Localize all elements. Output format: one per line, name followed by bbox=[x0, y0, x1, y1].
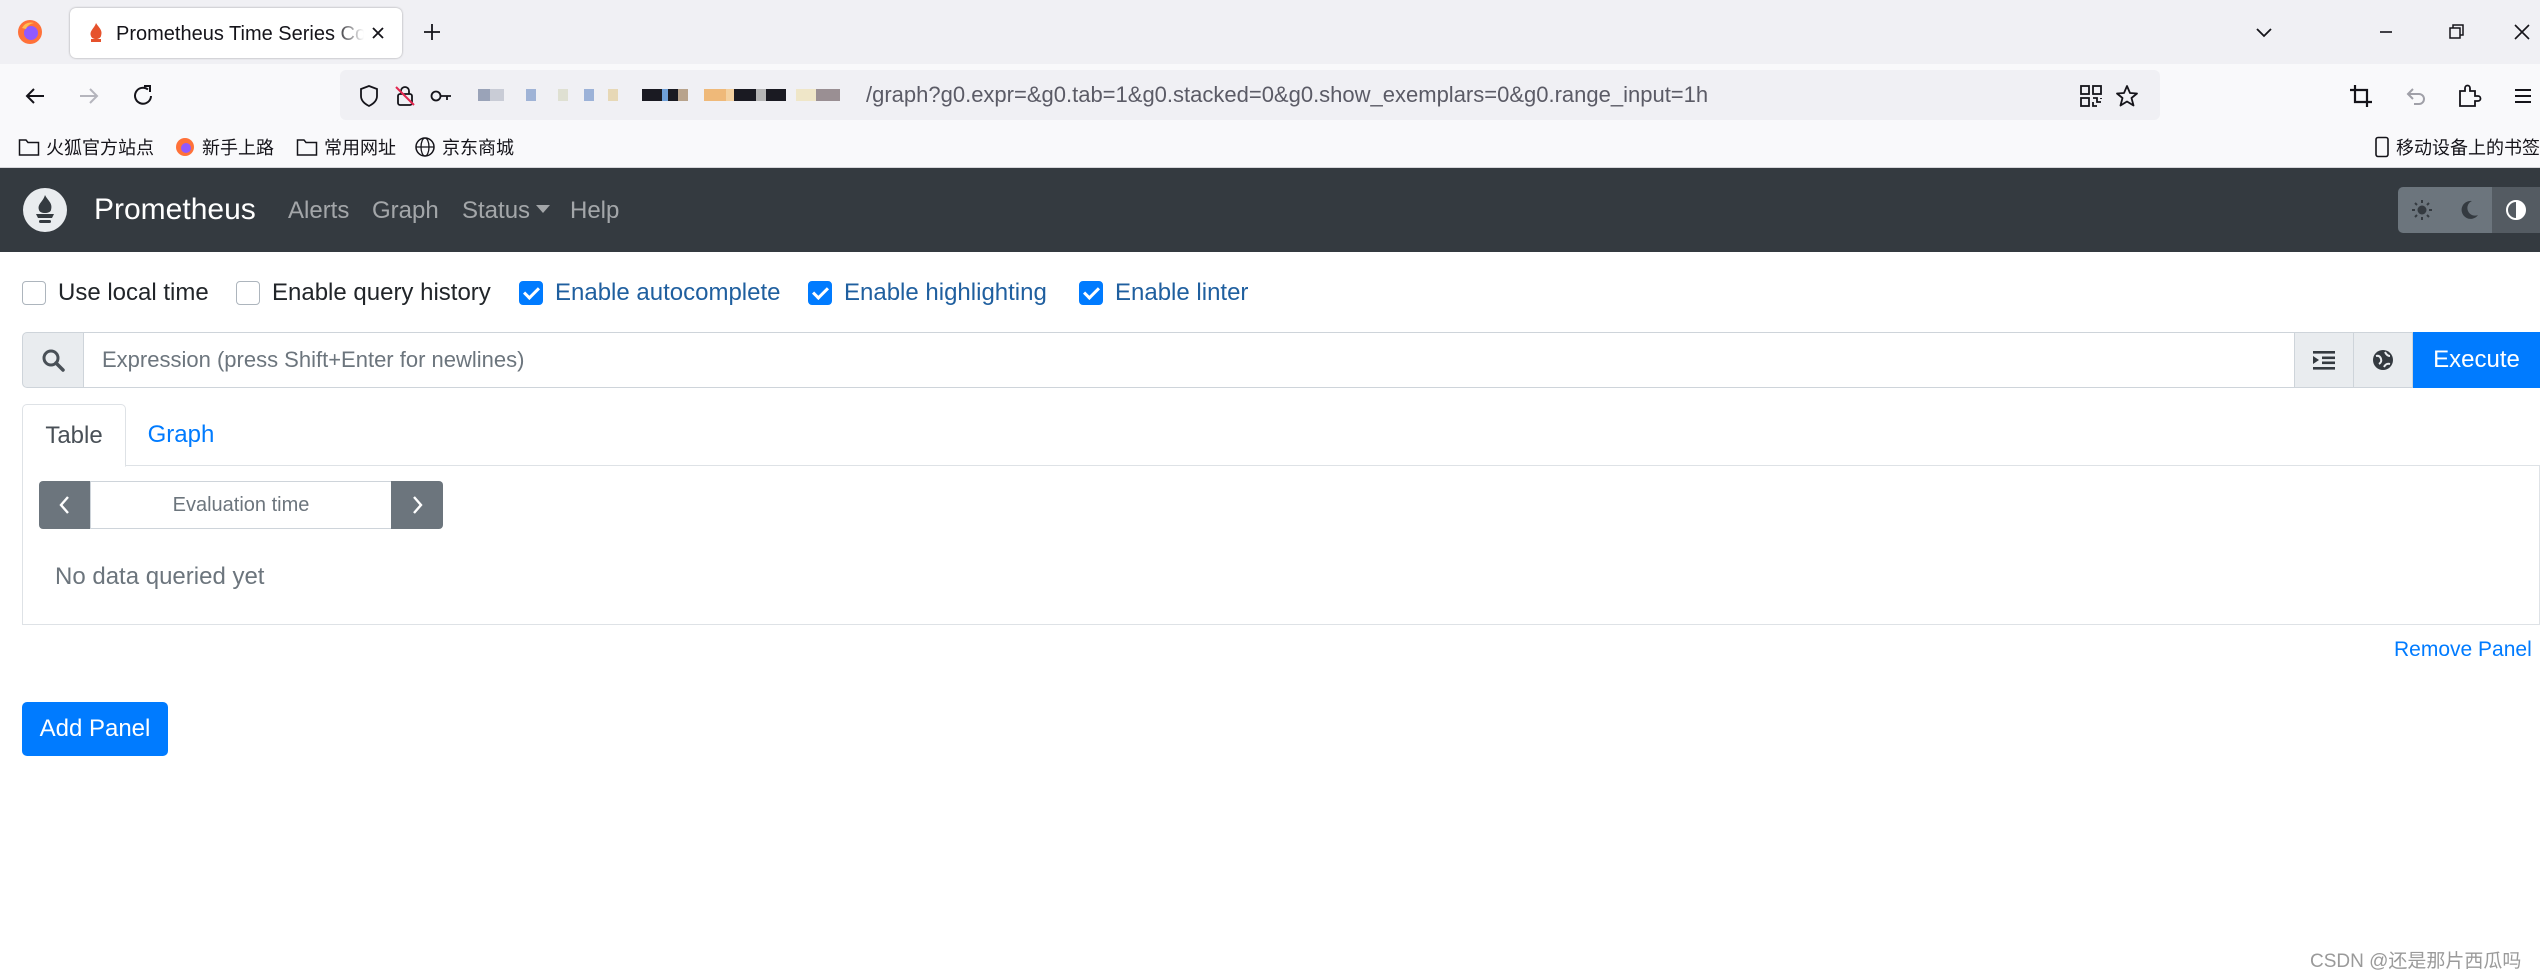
tracking-protection-shield-icon[interactable] bbox=[356, 83, 382, 109]
screenshot-crop-icon[interactable] bbox=[2346, 81, 2376, 111]
expression-input[interactable] bbox=[83, 332, 2295, 388]
chevron-down-icon bbox=[536, 204, 551, 213]
prometheus-logo-icon[interactable] bbox=[22, 187, 68, 233]
theme-dark-button[interactable] bbox=[2445, 187, 2492, 233]
option-label: Use local time bbox=[58, 279, 209, 306]
qr-code-icon[interactable] bbox=[2078, 83, 2104, 109]
nav-help-link[interactable]: Help bbox=[570, 196, 619, 226]
close-window-icon[interactable] bbox=[2508, 18, 2536, 46]
contrast-icon bbox=[2506, 200, 2526, 220]
bookmark-firefox-official[interactable]: 火狐官方站点 bbox=[18, 134, 154, 160]
eval-time-next-button[interactable] bbox=[391, 481, 443, 529]
option-label: Enable query history bbox=[272, 279, 491, 306]
eval-time-previous-button[interactable] bbox=[39, 481, 91, 529]
forward-icon[interactable] bbox=[74, 81, 104, 111]
evaluation-time-input[interactable] bbox=[90, 481, 392, 529]
globe-icon bbox=[415, 137, 435, 157]
nav-status-dropdown[interactable]: Status bbox=[462, 196, 551, 226]
tab-graph[interactable]: Graph bbox=[126, 404, 236, 466]
extensions-icon[interactable] bbox=[2454, 81, 2484, 111]
url-host-redacted bbox=[478, 84, 864, 106]
bookmark-label: 常用网址 bbox=[324, 138, 396, 158]
option-enable-highlighting[interactable]: Enable highlighting bbox=[808, 276, 1047, 310]
bookmark-label: 新手上路 bbox=[202, 138, 274, 158]
checkbox-enable-query-history[interactable] bbox=[236, 281, 260, 305]
checkbox-enable-highlighting[interactable] bbox=[808, 281, 832, 305]
tab-table[interactable]: Table bbox=[22, 404, 126, 467]
table-panel-body: No data queried yet bbox=[22, 465, 2540, 625]
nav-graph-link[interactable]: Graph bbox=[372, 196, 439, 226]
remove-panel-link[interactable]: Remove Panel bbox=[2394, 637, 2532, 663]
app-menu-icon[interactable] bbox=[2508, 81, 2538, 111]
browser-tab-strip: Prometheus Time Series Collection and Pr… bbox=[0, 0, 2540, 64]
bookmark-common-sites[interactable]: 常用网址 bbox=[296, 134, 396, 160]
checkbox-use-local-time[interactable] bbox=[22, 281, 46, 305]
bookmark-label: 京东商城 bbox=[442, 138, 514, 158]
restore-window-icon[interactable] bbox=[2442, 18, 2470, 46]
globe-icon bbox=[2373, 350, 2393, 370]
option-enable-linter[interactable]: Enable linter bbox=[1079, 276, 1248, 310]
bookmark-label: 火狐官方站点 bbox=[46, 138, 154, 158]
close-tab-icon[interactable] bbox=[366, 21, 390, 45]
prometheus-navbar: Prometheus Alerts Graph Status Help bbox=[0, 168, 2540, 252]
search-icon bbox=[42, 349, 65, 372]
reload-icon[interactable] bbox=[128, 81, 158, 111]
csdn-watermark: CSDN @还是那片西瓜吗 bbox=[2310, 951, 2522, 972]
list-all-tabs-icon[interactable] bbox=[2250, 18, 2278, 46]
bookmarks-toolbar: 火狐官方站点 新手上路 常用网址 京东商城 移动设备上的书签 bbox=[0, 126, 2540, 168]
folder-icon bbox=[18, 139, 40, 156]
sun-icon bbox=[2411, 200, 2432, 220]
prometheus-favicon-icon bbox=[90, 23, 102, 42]
mobile-bookmarks[interactable]: 移动设备上的书签 bbox=[2374, 134, 2540, 160]
url-bar[interactable]: /graph?g0.expr=&g0.tab=1&g0.stacked=0&g0… bbox=[340, 70, 2160, 120]
minimize-window-icon[interactable] bbox=[2372, 18, 2400, 46]
nav-status-label: Status bbox=[462, 197, 531, 224]
checkbox-enable-linter[interactable] bbox=[1079, 281, 1103, 305]
option-label: Enable autocomplete bbox=[555, 279, 781, 306]
option-enable-query-history[interactable]: Enable query history bbox=[236, 276, 491, 310]
back-icon[interactable] bbox=[20, 81, 50, 111]
chevron-right-icon bbox=[413, 496, 423, 514]
option-label: Enable highlighting bbox=[844, 279, 1047, 306]
indent-icon bbox=[2313, 351, 2335, 370]
bookmark-star-icon[interactable] bbox=[2114, 83, 2140, 109]
evaluation-time-group bbox=[39, 481, 443, 529]
panel-tabs: Table Graph bbox=[22, 404, 2540, 467]
expression-input-group: Execute bbox=[22, 332, 2540, 388]
firefox-icon bbox=[176, 138, 194, 156]
brand-title[interactable]: Prometheus bbox=[94, 192, 256, 228]
theme-toggle-group bbox=[2398, 187, 2540, 233]
add-panel-button[interactable]: Add Panel bbox=[22, 702, 168, 756]
firefox-menu-icon[interactable] bbox=[16, 18, 44, 46]
theme-light-button[interactable] bbox=[2398, 187, 2445, 233]
undo-icon[interactable] bbox=[2400, 81, 2430, 111]
search-addon bbox=[22, 332, 84, 388]
mobile-bookmarks-label: 移动设备上的书签 bbox=[2396, 138, 2540, 158]
checkbox-enable-autocomplete[interactable] bbox=[519, 281, 543, 305]
option-label: Enable linter bbox=[1115, 279, 1249, 306]
format-expression-button[interactable] bbox=[2294, 332, 2354, 388]
key-icon[interactable] bbox=[428, 83, 454, 109]
chevron-left-icon bbox=[59, 496, 69, 514]
browser-tab-active[interactable]: Prometheus Time Series Collection and Pr… bbox=[70, 8, 402, 58]
browser-navigation-bar: /graph?g0.expr=&g0.tab=1&g0.stacked=0&g0… bbox=[0, 64, 2540, 126]
option-use-local-time[interactable]: Use local time bbox=[22, 276, 209, 310]
tab-title: Prometheus Time Series Collection and Pr… bbox=[116, 23, 364, 45]
mobile-device-icon bbox=[2375, 136, 2389, 158]
bookmark-getting-started[interactable]: 新手上路 bbox=[174, 134, 274, 160]
url-text[interactable]: /graph?g0.expr=&g0.tab=1&g0.stacked=0&g0… bbox=[866, 82, 1708, 108]
new-tab-icon[interactable] bbox=[418, 18, 446, 46]
execute-button[interactable]: Execute bbox=[2413, 332, 2540, 388]
bookmark-jd-mall[interactable]: 京东商城 bbox=[414, 134, 514, 160]
folder-icon bbox=[296, 139, 318, 156]
insecure-connection-lock-icon[interactable] bbox=[392, 83, 418, 109]
nav-alerts-link[interactable]: Alerts bbox=[288, 196, 349, 226]
empty-state-message: No data queried yet bbox=[55, 563, 265, 590]
option-enable-autocomplete[interactable]: Enable autocomplete bbox=[519, 276, 781, 310]
theme-browser-default-button[interactable] bbox=[2492, 187, 2540, 233]
metrics-explorer-button[interactable] bbox=[2353, 332, 2413, 388]
moon-icon bbox=[2461, 200, 2478, 219]
